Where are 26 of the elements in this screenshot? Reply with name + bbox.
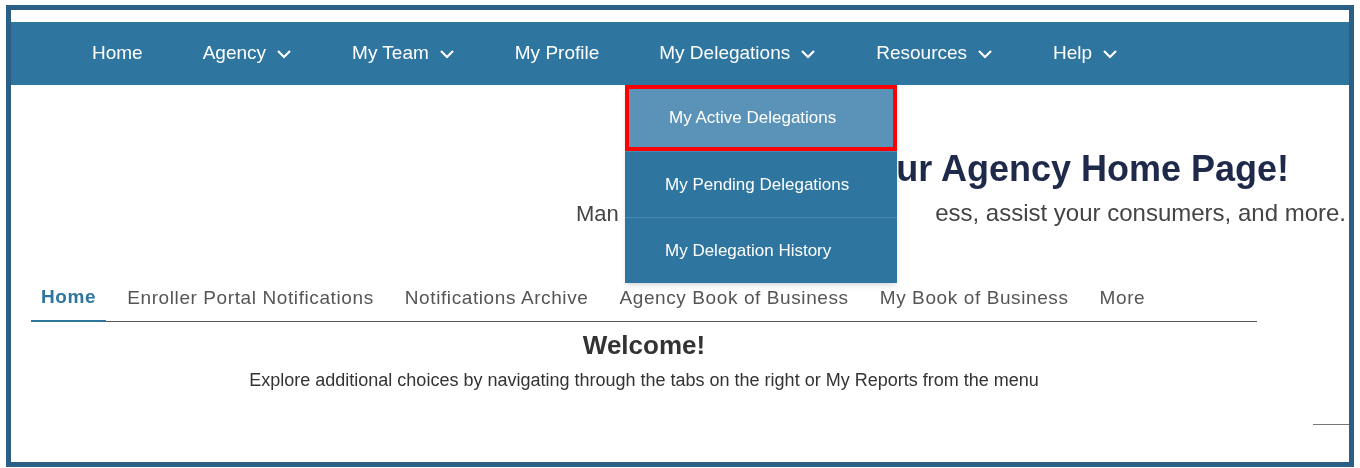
welcome-text: Explore additional choices by navigating through the tabs on the right or My Reports from the menu (249, 368, 1039, 392)
tab[interactable]: Home (31, 283, 107, 322)
nav-link[interactable]: Resources (876, 39, 994, 68)
menu-item[interactable]: My Pending Delegations (625, 151, 897, 217)
menu-item[interactable]: My Active Delegations (625, 85, 897, 151)
tab[interactable]: Notifications Archive (394, 284, 599, 321)
tab[interactable]: More (1089, 284, 1156, 321)
chevron-down-icon (800, 48, 817, 59)
page-heading: ur Agency Home Page! (896, 147, 1289, 191)
welcome-title: Welcome! (582, 328, 706, 362)
nav-link[interactable]: My Team (352, 39, 455, 68)
chevron-down-icon (1102, 48, 1119, 59)
menu-item[interactable]: My Delegation History (625, 217, 897, 283)
nav-link[interactable]: Home (92, 39, 143, 68)
subtitle-text: Man (576, 199, 619, 228)
nav-link[interactable]: My Profile (514, 39, 600, 68)
nav-link[interactable]: Agency (202, 39, 293, 68)
chevron-down-icon (438, 48, 455, 59)
chevron-down-icon (276, 48, 293, 59)
nav-link[interactable]: Help (1053, 39, 1119, 68)
nav-link[interactable]: My Delegations (659, 39, 817, 68)
chevron-down-icon (977, 48, 994, 59)
tab[interactable]: Enroller Portal Notifications (117, 284, 384, 321)
subtitle-text: ess, assist your consumers, and more. (935, 198, 1346, 228)
tab[interactable]: My Book of Business (869, 284, 1079, 321)
tab[interactable]: Agency Book of Business (609, 284, 859, 321)
